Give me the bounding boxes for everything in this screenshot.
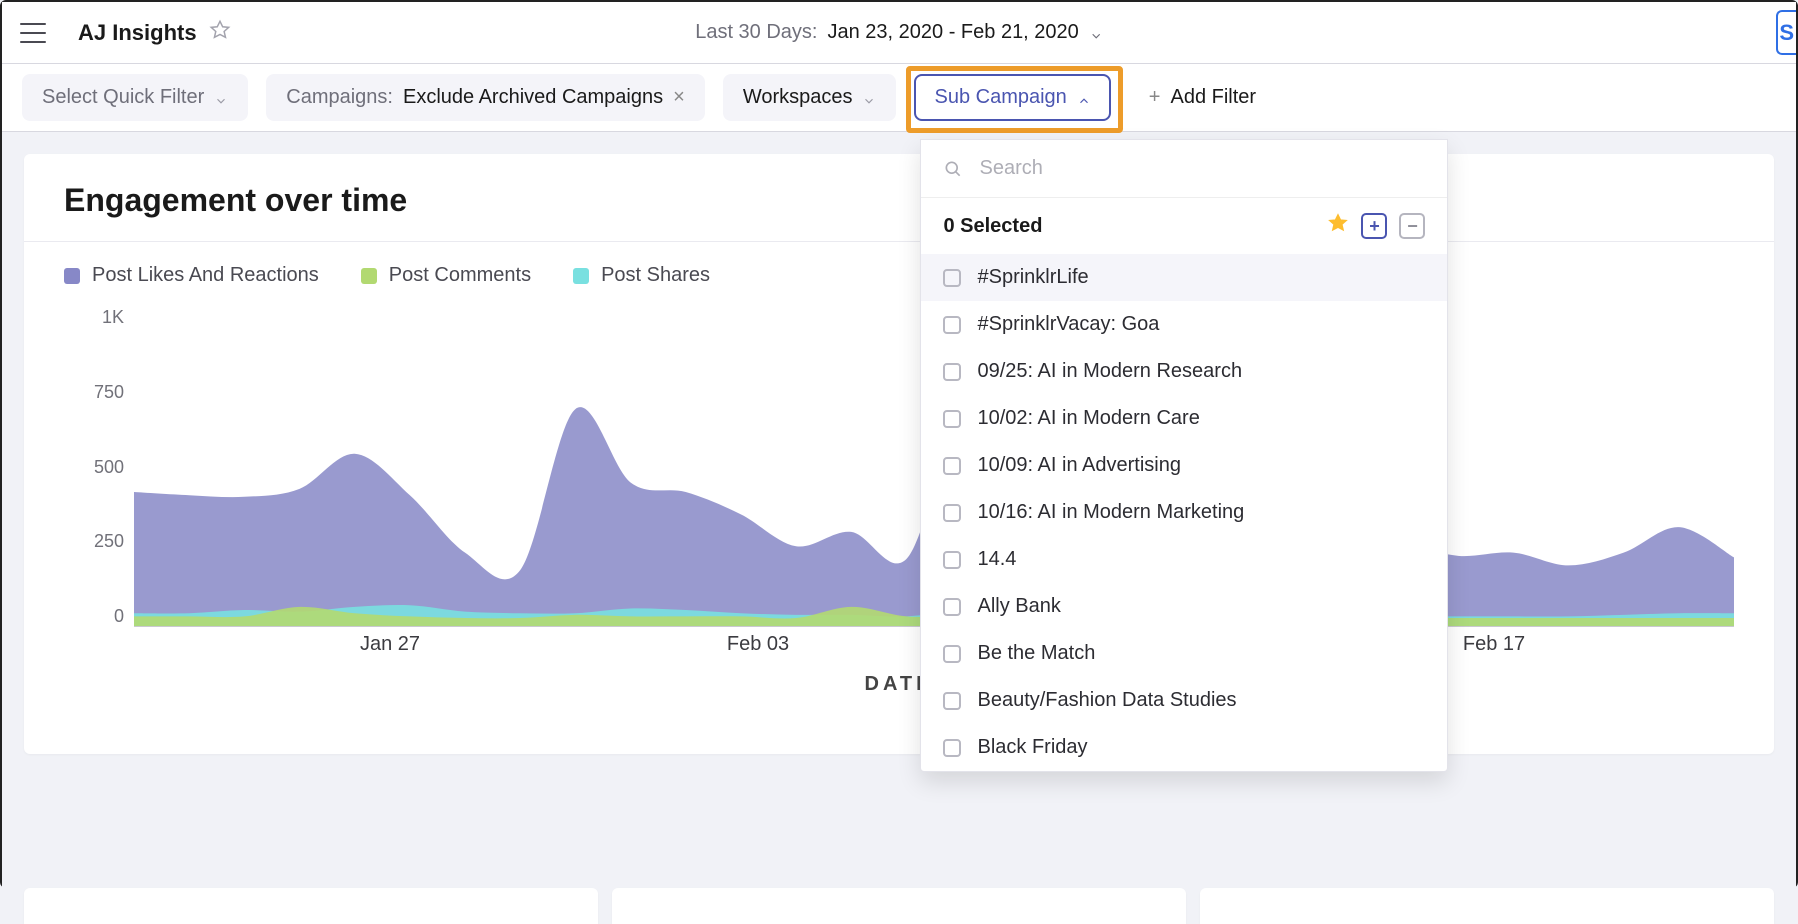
dropdown-search-row: [921, 140, 1447, 198]
dropdown-option[interactable]: Ally Bank: [921, 583, 1447, 630]
checkbox-icon[interactable]: [943, 551, 961, 569]
dropdown-header: 0 Selected + −: [921, 198, 1447, 254]
chevron-down-icon: [214, 91, 228, 105]
add-filter-button[interactable]: + Add Filter: [1129, 74, 1276, 121]
checkbox-icon[interactable]: [943, 269, 961, 287]
page-title: AJ Insights: [78, 20, 197, 46]
legend-item-likes[interactable]: Post Likes And Reactions: [64, 264, 319, 287]
dropdown-list: #SprinklrLife#SprinklrVacay: Goa09/25: A…: [921, 254, 1447, 771]
filter-bar: Select Quick Filter Campaigns: Exclude A…: [2, 64, 1796, 132]
checkbox-icon[interactable]: [943, 645, 961, 663]
favorite-star-button[interactable]: [209, 19, 231, 46]
dropdown-option[interactable]: 10/09: AI in Advertising: [921, 442, 1447, 489]
star-icon[interactable]: [1327, 212, 1349, 240]
dropdown-option[interactable]: 10/16: AI in Modern Marketing: [921, 489, 1447, 536]
truncated-button[interactable]: S: [1776, 10, 1796, 55]
checkbox-icon[interactable]: [943, 598, 961, 616]
chart-title: Engagement over time: [64, 182, 1734, 219]
close-icon[interactable]: ×: [673, 86, 685, 109]
date-range-prefix: Last 30 Days:: [695, 21, 817, 44]
dropdown-option[interactable]: 14.4: [921, 536, 1447, 583]
content-area: Engagement over time Post Likes And Reac…: [2, 132, 1796, 888]
dropdown-option[interactable]: #SprinklrLife: [921, 254, 1447, 301]
mini-card[interactable]: [24, 888, 598, 924]
dropdown-option[interactable]: Black Friday: [921, 724, 1447, 771]
swatch-icon: [361, 268, 377, 284]
chart-legend: Post Likes And Reactions Post Comments P…: [64, 264, 1734, 287]
bottom-cards-row: [2, 888, 1796, 924]
checkbox-icon[interactable]: [943, 316, 961, 334]
quick-filter-select[interactable]: Select Quick Filter: [22, 74, 248, 121]
chevron-down-icon: [1089, 26, 1103, 40]
sub-campaign-dropdown: 0 Selected + − #SprinklrLife#SprinklrVac…: [920, 139, 1448, 772]
chevron-up-icon: [1077, 91, 1091, 105]
swatch-icon: [573, 268, 589, 284]
dropdown-option[interactable]: Be the Match: [921, 630, 1447, 677]
dropdown-option[interactable]: 10/02: AI in Modern Care: [921, 395, 1447, 442]
divider: [24, 241, 1774, 242]
include-button[interactable]: +: [1361, 213, 1387, 239]
checkbox-icon[interactable]: [943, 410, 961, 428]
swatch-icon: [64, 268, 80, 284]
chart-area: 1K7505002500 Jan 27Feb 03Feb 10Feb 17: [64, 307, 1734, 667]
workspaces-filter[interactable]: Workspaces: [723, 74, 897, 121]
checkbox-icon[interactable]: [943, 457, 961, 475]
checkbox-icon[interactable]: [943, 739, 961, 757]
y-axis-labels: 1K7505002500: [64, 307, 124, 627]
checkbox-icon[interactable]: [943, 363, 961, 381]
mini-card[interactable]: [612, 888, 1186, 924]
legend-item-shares[interactable]: Post Shares: [573, 264, 710, 287]
dropdown-search-input[interactable]: [977, 156, 1425, 181]
dropdown-option[interactable]: 09/25: AI in Modern Research: [921, 348, 1447, 395]
mini-card[interactable]: [1200, 888, 1774, 924]
checkbox-icon[interactable]: [943, 692, 961, 710]
exclude-button[interactable]: −: [1399, 213, 1425, 239]
dropdown-option[interactable]: #SprinklrVacay: Goa: [921, 301, 1447, 348]
plus-icon: +: [1149, 86, 1161, 109]
top-bar: AJ Insights Last 30 Days: Jan 23, 2020 -…: [2, 2, 1796, 64]
chevron-down-icon: [862, 91, 876, 105]
search-icon: [943, 159, 963, 179]
dropdown-option[interactable]: Beauty/Fashion Data Studies: [921, 677, 1447, 724]
legend-item-comments[interactable]: Post Comments: [361, 264, 531, 287]
campaigns-filter-chip[interactable]: Campaigns: Exclude Archived Campaigns ×: [266, 74, 705, 121]
x-axis-title: DATE: [64, 673, 1734, 696]
engagement-card: Engagement over time Post Likes And Reac…: [24, 154, 1774, 754]
sub-campaign-filter[interactable]: Sub Campaign: [914, 74, 1110, 121]
date-range-selector[interactable]: Last 30 Days: Jan 23, 2020 - Feb 21, 202…: [695, 21, 1103, 44]
checkbox-icon[interactable]: [943, 504, 961, 522]
menu-icon[interactable]: [20, 23, 46, 43]
selected-count: 0 Selected: [943, 215, 1042, 238]
date-range-text: Jan 23, 2020 - Feb 21, 2020: [827, 21, 1078, 44]
